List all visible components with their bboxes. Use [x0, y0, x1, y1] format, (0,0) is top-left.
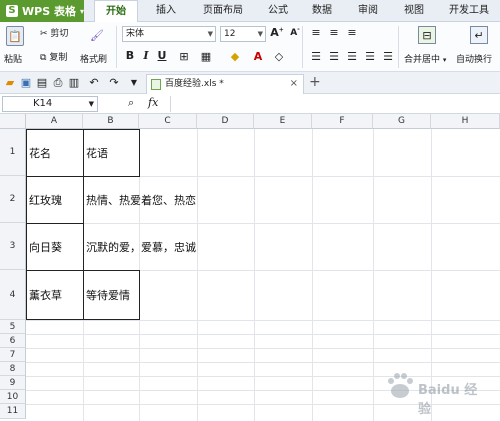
decrease-font-icon[interactable]: A- [288, 26, 302, 38]
align-left-icon[interactable]: ☰ [310, 50, 322, 63]
document-tab-label: 百度经验.xls * [165, 79, 224, 89]
chevron-down-icon: ▼ [257, 30, 263, 38]
fill-color-icon[interactable]: ◆ [226, 49, 244, 63]
cell-b4[interactable]: 等待爱情 [84, 271, 139, 319]
align-center-icon[interactable]: ☰ [328, 50, 340, 63]
document-tab[interactable]: 百度经验.xls * × [146, 74, 304, 94]
cell-b1[interactable]: 花语 [84, 130, 139, 176]
distributed-align-icon[interactable]: ☰ [382, 50, 394, 63]
cell-b2[interactable]: 热情、热爱着您、热恋 [84, 177, 254, 223]
new-tab-button[interactable]: + [309, 74, 321, 90]
format-painter-icon[interactable]: 🖌 [88, 26, 106, 44]
wps-app-menu-button[interactable]: S WPS 表格 ▾ [0, 0, 84, 22]
tab-review[interactable]: 审阅 [348, 0, 388, 22]
spreadsheet-file-icon [151, 79, 161, 90]
font-name-value: 宋体 [126, 29, 145, 39]
italic-button[interactable]: I [140, 49, 152, 62]
chevron-down-icon: ▼ [207, 30, 213, 38]
print-preview-icon[interactable]: ▥ [68, 76, 80, 89]
bold-button[interactable]: B [124, 49, 136, 62]
redo-icon[interactable]: ↷ [108, 76, 120, 89]
wps-logo-icon: S [6, 5, 18, 17]
ribbon-divider [398, 26, 399, 68]
undo-icon[interactable]: ↶ [88, 76, 100, 89]
font-size-value: 12 [224, 29, 236, 39]
borders-icon[interactable]: ⊞ [176, 49, 192, 63]
zoom-icon[interactable]: ⌕ [128, 96, 134, 110]
app-logo-label: WPS 表格 [22, 5, 76, 18]
ribbon-divider [302, 26, 303, 68]
tab-page-layout[interactable]: 页面布局 [192, 0, 254, 22]
align-bottom-icon[interactable]: ≡ [346, 26, 358, 39]
font-color-icon[interactable]: A [250, 49, 266, 63]
clear-format-icon[interactable]: ◇ [272, 49, 286, 63]
paste-icon[interactable]: 📋 [6, 26, 24, 46]
formula-bar: K14 ▼ ⌕ fx [0, 94, 500, 114]
chevron-down-icon: ▼ [88, 100, 94, 108]
chevron-down-icon: ▾ [442, 56, 447, 64]
copy-icon: ⧉ [40, 53, 47, 63]
cell-reference: K14 [33, 98, 53, 109]
spreadsheet-grid: A B C D E F G H 1 2 3 4 5 6 7 8 9 10 11 [0, 114, 500, 421]
ribbon-divider [116, 26, 117, 68]
tab-insert[interactable]: 插入 [146, 0, 186, 22]
chevron-down-icon[interactable]: ▼ [128, 78, 140, 87]
cell-a2[interactable]: 红玫瑰 [27, 177, 83, 223]
menu-bar: S WPS 表格 ▾ 开始 插入 页面布局 公式 数据 审阅 视图 开发工具 [0, 0, 500, 23]
justify-icon[interactable]: ☰ [364, 50, 376, 63]
cell-a3[interactable]: 向日葵 [27, 224, 83, 270]
watermark-text: Baidu 经验 [418, 383, 478, 417]
fx-button[interactable]: fx [148, 96, 158, 109]
merge-center-label: 合并居中 [404, 55, 441, 65]
tab-developer[interactable]: 开发工具 [440, 0, 498, 22]
auto-wrap-button[interactable]: 自动换行 [456, 52, 492, 65]
print-icon[interactable]: ⎙ [52, 76, 64, 90]
format-painter-label[interactable]: 格式刷 [80, 52, 107, 65]
tab-data[interactable]: 数据 [302, 0, 342, 22]
scissors-icon: ✂ [40, 29, 48, 39]
underline-button[interactable]: U [156, 49, 168, 62]
align-top-icon[interactable]: ≡ [310, 26, 322, 39]
tab-formulas[interactable]: 公式 [258, 0, 298, 22]
merge-center-icon[interactable]: ⊟ [418, 26, 436, 44]
name-box[interactable]: K14 ▼ [2, 96, 98, 112]
formula-input[interactable] [170, 96, 496, 112]
open-folder-icon[interactable]: ▰ [4, 76, 16, 89]
baidu-watermark: Baidu 经验 [382, 367, 482, 417]
export-pdf-icon[interactable]: ▤ [36, 76, 48, 89]
align-right-icon[interactable]: ☰ [346, 50, 358, 63]
chevron-down-icon: ▾ [79, 6, 84, 16]
cut-label: 剪切 [50, 29, 69, 39]
save-icon[interactable]: ▣ [20, 76, 32, 89]
copy-label: 复制 [49, 53, 68, 63]
font-name-select[interactable]: 宋体 ▼ [122, 26, 216, 42]
cell-a4[interactable]: 薰衣草 [27, 271, 83, 319]
wrap-text-icon[interactable]: ↵ [470, 26, 488, 44]
cell-a1[interactable]: 花名 [27, 130, 83, 176]
copy-button[interactable]: ⧉ 复制 [40, 50, 67, 63]
align-middle-icon[interactable]: ≡ [328, 26, 340, 39]
close-tab-button[interactable]: × [290, 75, 298, 93]
merge-center-button[interactable]: 合并居中 ▾ [404, 52, 446, 65]
increase-font-icon[interactable]: A+ [270, 26, 284, 39]
cell-b3[interactable]: 沉默的爱，爱慕，忠诚 [84, 224, 254, 270]
cut-button[interactable]: ✂ 剪切 [40, 26, 68, 39]
tab-home[interactable]: 开始 [94, 0, 138, 23]
cell-style-icon[interactable]: ▦ [198, 49, 214, 63]
tab-view[interactable]: 视图 [394, 0, 434, 22]
ribbon: 📋 粘贴 ✂ 剪切 ⧉ 复制 🖌 格式刷 宋体 ▼ 12 ▼ A+ A- B I… [0, 22, 500, 72]
font-size-select[interactable]: 12 ▼ [220, 26, 266, 42]
document-tab-bar: ▰ ▣ ▤ ⎙ ▥ ↶ ↷ ▼ 百度经验.xls * × + [0, 72, 500, 94]
paste-label[interactable]: 粘贴 [4, 52, 22, 65]
